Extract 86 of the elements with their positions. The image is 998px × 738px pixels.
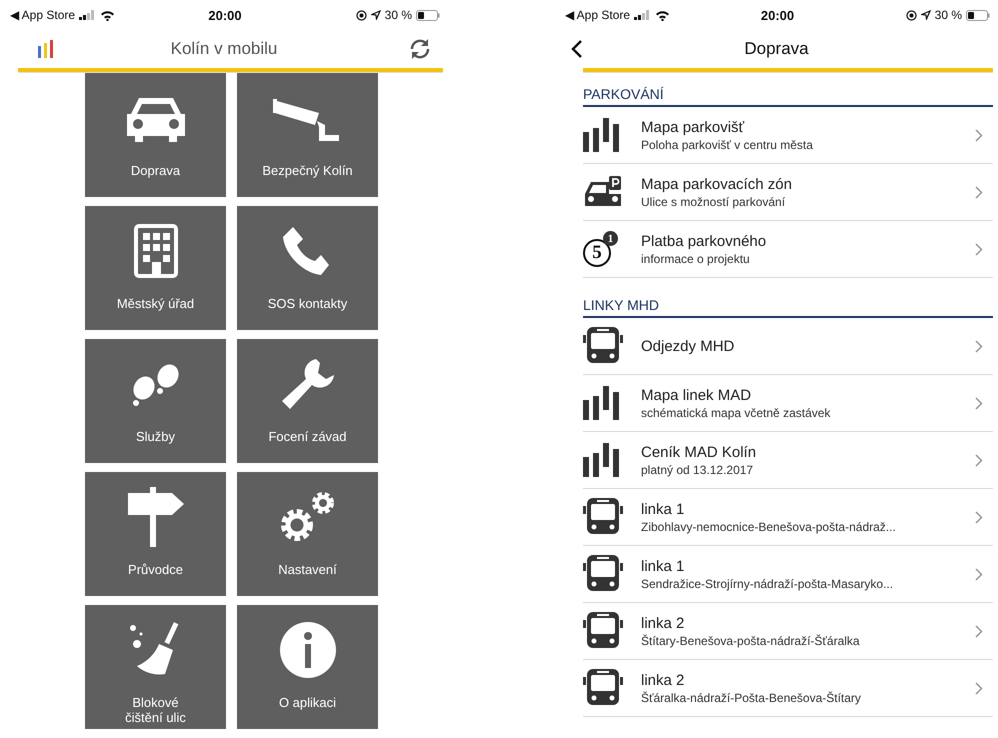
item-subtitle: platný od 13.12.2017 (641, 462, 754, 478)
list-item[interactable]: linka 1 Zibohlavy-nemocnice-Benešova-pošta-nádraž... (583, 489, 993, 546)
signpost-icon (126, 487, 186, 547)
bar-chart-icon (583, 443, 621, 477)
battery-percent: 30 % (934, 8, 962, 22)
item-subtitle: Ulice s možností parkování (641, 194, 786, 210)
wifi-icon (100, 10, 116, 20)
item-title: Ceník MAD Kolín (641, 442, 758, 462)
menu-tile[interactable]: Městský úřad (85, 206, 226, 330)
battery-icon (966, 10, 990, 20)
chevron-icon (975, 624, 983, 638)
chevron-icon (975, 396, 983, 410)
list-item[interactable]: Mapa parkovišť Poloha parkovišť v centru města (583, 107, 993, 164)
chevron-icon (975, 340, 983, 352)
chevron-icon (975, 128, 983, 142)
item-title: Mapa parkovacích zón (641, 174, 793, 194)
bus-icon (583, 612, 623, 650)
item-subtitle: Zibohlavy-nemocnice-Benešova-pošta-nádraž... (641, 518, 897, 534)
item-subtitle: schématická mapa včetně zastávek (641, 404, 832, 420)
menu-tile[interactable]: Služby (85, 339, 226, 463)
signal-icon (634, 10, 652, 20)
item-title: Odjezdy MHD (641, 336, 736, 356)
chevron-icon (975, 682, 983, 694)
item-subtitle: Štítary-Benešova-pošta-nádraží-Šťáralka (641, 632, 861, 648)
bus-icon (583, 498, 623, 536)
status-time: 20:00 (208, 8, 242, 22)
chevron-icon (975, 510, 983, 524)
list-item[interactable]: 5 1 Platba parkovného informace o projektu (583, 221, 993, 278)
list-item[interactable]: Ceník MAD Kolín platný od 13.12.2017 (583, 432, 993, 489)
status-time: 20:00 (760, 8, 794, 22)
bar-chart-icon (583, 118, 621, 152)
screen-title: Kolín v mobilu (170, 39, 278, 59)
bus-icon (583, 327, 623, 365)
item-subtitle: informace o projektu (641, 250, 751, 266)
bus-icon (583, 669, 623, 707)
list-item[interactable]: Mapa parkovacích zón Ulice s možností parkování (583, 164, 993, 221)
bar-chart-icon (583, 386, 621, 420)
menu-tile[interactable]: Focení závad (237, 339, 378, 463)
item-title: linka 2 (641, 614, 686, 632)
building-icon (134, 224, 178, 278)
chevron-icon (975, 242, 983, 256)
wrench-icon (280, 357, 336, 411)
bus-icon (583, 555, 623, 593)
parking-car-icon (583, 176, 623, 208)
item-subtitle: Poloha parkovišť v centru města (641, 136, 814, 152)
chevron-icon (975, 186, 983, 198)
back-to-app-link[interactable]: ◀ App Store (565, 8, 630, 22)
item-title: Mapa linek MAD (641, 386, 752, 404)
chevron-icon (975, 568, 983, 580)
menu-tile[interactable]: SOS kontakty (237, 206, 378, 330)
lock-rotation-icon (906, 10, 917, 20)
item-title: linka 2 (641, 670, 686, 690)
list-item[interactable]: Mapa linek MAD schématická mapa včetně zastávek (583, 375, 993, 432)
list-item[interactable]: Odjezdy MHD (583, 318, 993, 375)
section-header: PARKOVÁNÍ (583, 86, 664, 102)
lock-rotation-icon (356, 10, 367, 20)
battery-icon (416, 10, 440, 20)
location-arrow-icon (920, 10, 931, 20)
list-item[interactable]: linka 2 Šťáralka-nádraží-Pošta-Benešova-Štítary (583, 660, 993, 717)
menu-tile[interactable]: Bezpečný Kolín (237, 73, 378, 197)
item-title: Platba parkovného (641, 232, 768, 250)
item-subtitle: Šťáralka-nádraží-Pošta-Benešova-Štítary (641, 690, 862, 706)
battery-percent: 30 % (384, 8, 412, 22)
screen-title: Doprava (744, 39, 809, 59)
number-badge: 1 (603, 231, 618, 246)
signal-icon (79, 10, 96, 20)
app-logo-icon (38, 40, 54, 58)
menu-tile[interactable]: Doprava (85, 73, 226, 197)
list-item[interactable]: linka 1 Sendražice-Strojírny-nádraží-pošta-Masaryko... (583, 546, 993, 603)
info-icon (280, 622, 336, 678)
section-header: LINKY MHD (583, 297, 659, 313)
back-icon[interactable] (571, 39, 583, 59)
wifi-icon (655, 10, 670, 20)
refresh-icon[interactable] (408, 38, 432, 60)
back-to-app-link[interactable]: ◀ App Store (10, 8, 76, 22)
menu-tile[interactable]: Nastavení (237, 472, 378, 596)
list-item[interactable]: linka 2 Štítary-Benešova-pošta-nádraží-Šťáralka (583, 603, 993, 660)
item-title: linka 1 (641, 556, 686, 576)
item-subtitle: Sendražice-Strojírny-nádraží-pošta-Masaryko... (641, 576, 894, 592)
menu-tile[interactable]: Blokové čištění ulic (85, 605, 226, 729)
menu-tile[interactable]: Průvodce (85, 472, 226, 596)
location-arrow-icon (370, 10, 381, 20)
item-title: Mapa parkovišť (641, 118, 746, 136)
menu-tile[interactable]: O aplikaci (237, 605, 378, 729)
item-title: linka 1 (641, 500, 686, 518)
chevron-icon (975, 454, 983, 466)
